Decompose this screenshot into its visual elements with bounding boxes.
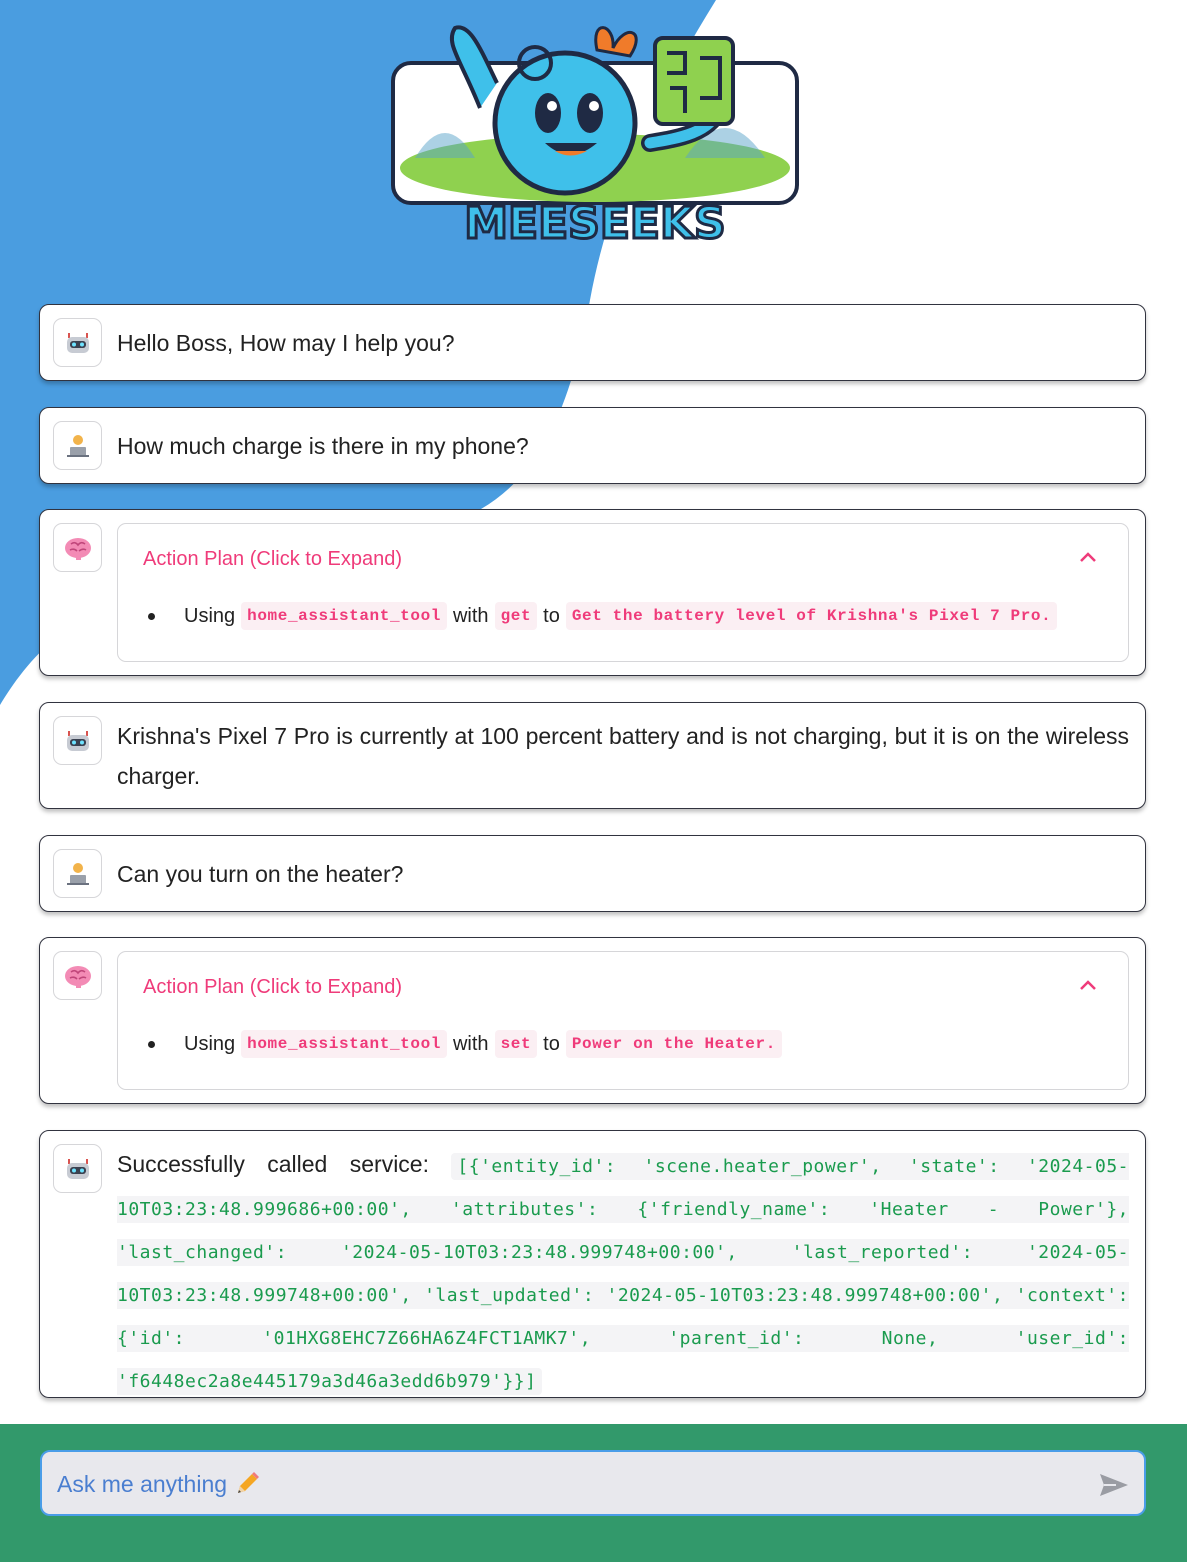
robot-icon	[53, 1144, 102, 1193]
expander-title[interactable]: Action Plan (Click to Expand)	[143, 976, 402, 999]
brain-icon	[53, 951, 102, 1000]
action-type: set	[494, 1030, 538, 1058]
bullet-point	[148, 1040, 155, 1048]
plan-step: Using home_assistant_tool with set to Po…	[148, 1030, 788, 1058]
chat-message-action-plan: Action Plan (Click to Expand) Using home…	[39, 937, 1146, 1104]
plan-to: to	[543, 604, 560, 627]
brain-icon	[53, 523, 102, 572]
tool-name: home_assistant_tool	[241, 602, 447, 630]
chevron-up-icon[interactable]	[1078, 978, 1098, 992]
message-text: Krishna's Pixel 7 Pro is currently at 10…	[117, 723, 1129, 789]
service-response-code: [{'entity_id': 'scene.heater_power', 'st…	[117, 1153, 1129, 1395]
chat-message-action-plan: Action Plan (Click to Expand) Using home…	[39, 509, 1146, 676]
pencil-icon	[238, 1472, 260, 1493]
plan-using: Using	[184, 1032, 236, 1055]
chat-input-bar: Ask me anything	[0, 1424, 1187, 1562]
chat-input-field[interactable]: Ask me anything	[40, 1450, 1146, 1516]
plan-step: Using home_assistant_tool with get to Ge…	[148, 602, 1063, 630]
action-plan-expander[interactable]: Action Plan (Click to Expand) Using home…	[117, 523, 1129, 662]
chat-message-user: Can you turn on the heater?	[39, 835, 1146, 912]
task-description: Get the battery level of Krishna's Pixel…	[565, 602, 1058, 630]
task-description: Power on the Heater.	[565, 1030, 782, 1058]
expander-title[interactable]: Action Plan (Click to Expand)	[143, 548, 402, 571]
chat-message-assistant: Hello Boss, How may I help you?	[39, 304, 1146, 381]
message-text: Successfully called service: [{'entity_i…	[117, 1144, 1129, 1402]
svg-text:MEESEEKS: MEESEEKS	[464, 198, 726, 249]
chat-message-assistant: Successfully called service: [{'entity_i…	[39, 1130, 1146, 1398]
message-text: Can you turn on the heater?	[117, 861, 404, 887]
robot-icon	[53, 318, 102, 367]
plan-with: with	[452, 1032, 489, 1055]
plan-to: to	[543, 1032, 560, 1055]
message-text: Hello Boss, How may I help you?	[117, 330, 455, 356]
action-type: get	[494, 602, 538, 630]
robot-icon	[53, 716, 102, 765]
bullet-point	[148, 612, 155, 620]
chat-message-user: How much charge is there in my phone?	[39, 407, 1146, 484]
message-text: How much charge is there in my phone?	[117, 433, 529, 459]
action-plan-expander[interactable]: Action Plan (Click to Expand) Using home…	[117, 951, 1129, 1090]
send-icon[interactable]	[1098, 1472, 1130, 1498]
chevron-up-icon[interactable]	[1078, 550, 1098, 564]
plan-with: with	[452, 604, 489, 627]
service-status-text: Successfully called service:	[117, 1151, 429, 1177]
meeseeks-logo: MEESEEKS	[385, 8, 805, 258]
plan-using: Using	[184, 604, 236, 627]
tool-name: home_assistant_tool	[241, 1030, 447, 1058]
chat-input-placeholder: Ask me anything	[57, 1470, 261, 1498]
user-laptop-icon	[53, 849, 102, 898]
placeholder-text: Ask me anything	[57, 1470, 228, 1497]
user-laptop-icon	[53, 421, 102, 470]
chat-message-assistant: Krishna's Pixel 7 Pro is currently at 10…	[39, 702, 1146, 809]
